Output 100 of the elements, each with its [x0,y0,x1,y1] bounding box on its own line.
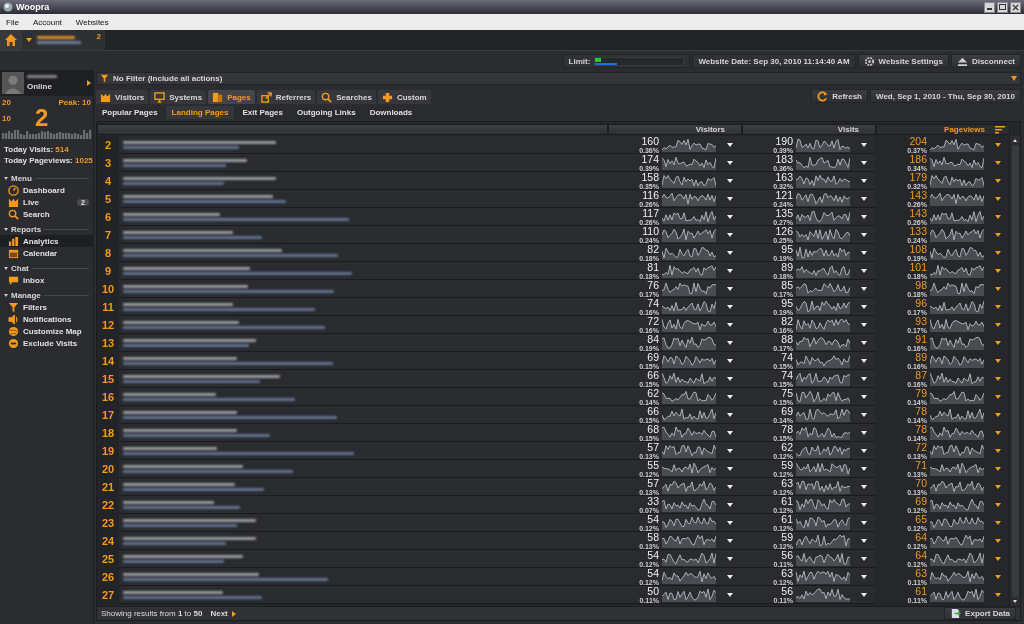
metric-value: 143 [909,208,927,219]
sidebar-item[interactable]: Search [0,208,93,220]
dropdown-arrow-icon[interactable] [995,574,1001,579]
sparkline-drawing [930,407,984,422]
dropdown-arrow-icon[interactable] [995,304,1001,309]
dropdown-arrow-icon[interactable] [1011,76,1017,81]
dropdown-arrow-icon[interactable] [995,376,1001,381]
dropdown-arrow-icon[interactable] [995,358,1001,363]
sidebar-item[interactable]: Notifications [0,313,93,325]
live-visitor-count: 2 [34,104,49,132]
scrollbar[interactable] [1009,136,1020,606]
column-header[interactable]: Visits [742,124,876,135]
dropdown-arrow-icon[interactable] [995,286,1001,291]
dropdown-arrow-icon[interactable] [995,556,1001,561]
window-title: Woopra [16,2,50,12]
sidebar-item[interactable]: Exclude Visits [0,337,93,349]
tab[interactable]: Pages [208,90,255,104]
blurred-user-name-drawing [27,75,57,78]
metric-value: 135 [775,208,793,219]
tab[interactable]: Custom [377,90,431,104]
tab[interactable]: Searches [317,90,376,104]
collapse-arrow-icon[interactable] [4,267,8,270]
metric-value: 74 [781,370,793,381]
collapse-arrow-icon[interactable] [4,228,8,231]
dropdown-arrow-icon[interactable] [995,160,1001,165]
menu-item[interactable]: File [6,17,19,27]
collapse-arrow-icon[interactable] [4,177,8,180]
metric-value: 69 [915,496,927,507]
sidebar-item[interactable]: Customize Map [0,325,93,337]
dropdown-arrow-icon[interactable] [995,592,1001,597]
rank-number: 7 [97,226,119,244]
sidebar-item[interactable]: Inbox [0,274,93,286]
sparkline-drawing [796,335,850,350]
dropdown-arrow-icon[interactable] [995,142,1001,147]
dropdown-arrow-icon[interactable] [995,268,1001,273]
sub-tab[interactable]: Popular Pages [96,106,164,119]
dropdown-arrow-icon[interactable] [995,322,1001,327]
dropdown-arrow-icon[interactable] [995,484,1001,489]
column-header[interactable]: Visitors [608,124,742,135]
sub-tab[interactable]: Exit Pages [236,106,289,119]
sub-tab[interactable]: Outgoing Links [290,106,362,119]
dropdown-arrow-icon[interactable] [995,448,1001,453]
sidebar-item[interactable]: Calendar [0,247,93,259]
toolbar-button[interactable]: Disconnect [950,54,1021,68]
metric-value: 108 [909,244,927,255]
rank-number: 9 [97,262,119,280]
expand-arrow-icon[interactable] [87,80,91,86]
dropdown-arrow-icon[interactable] [995,502,1001,507]
sidebar-item[interactable]: Analytics [0,235,93,247]
house-icon [4,33,18,47]
dropdown-arrow-icon[interactable] [995,178,1001,183]
sparkline-drawing [662,281,716,296]
dropdown-arrow-icon[interactable] [995,466,1001,471]
collapse-arrow-icon[interactable] [4,294,8,297]
sparkline-drawing [796,515,850,530]
sparkline-drawing [930,461,984,476]
column-header[interactable]: Pageviews [876,124,1010,135]
dropdown-arrow-icon[interactable] [995,412,1001,417]
export-data-button[interactable]: Export Data [944,607,1016,620]
metric-value: 59 [781,532,793,543]
toolbar-button[interactable]: Website Settings [857,54,949,68]
dropdown-arrow-icon[interactable] [995,430,1001,435]
dropdown-arrow-icon[interactable] [995,520,1001,525]
website-tab[interactable]: 2 [22,30,105,50]
filter-bar[interactable]: No Filter (Include all actions) [96,72,1021,85]
sparkline-drawing [796,497,850,512]
maximize-button[interactable] [997,1,1008,13]
close-button[interactable] [1010,1,1021,13]
sidebar-item[interactable]: Filters [0,301,93,313]
date-range-button[interactable]: Wed, Sep 1, 2010 - Thu, Sep 30, 2010 [869,89,1021,103]
dropdown-arrow-icon[interactable] [995,214,1001,219]
metric-value: 69 [647,352,659,363]
sub-tab[interactable]: Landing Pages [165,106,235,119]
metric-value: 179 [909,172,927,183]
visitors-icon [100,91,111,103]
menu-item[interactable]: Websites [75,17,109,27]
dropdown-arrow-icon[interactable] [995,196,1001,201]
sort-icon[interactable] [995,125,1005,134]
next-link[interactable]: Next [210,609,236,618]
dropdown-arrow-icon[interactable] [995,232,1001,237]
sparkline-drawing [930,137,984,152]
metric-value: 81 [647,262,659,273]
menu-item[interactable]: Account [32,17,62,27]
metric-value: 65 [915,514,927,525]
settings-icon [863,55,875,67]
sub-tab[interactable]: Downloads [363,106,419,119]
sparkline-drawing [930,515,984,530]
dropdown-arrow-icon[interactable] [995,250,1001,255]
referrers-icon [260,91,272,103]
dropdown-arrow-icon[interactable] [995,538,1001,543]
dropdown-arrow-icon[interactable] [995,340,1001,345]
tab[interactable]: Visitors [96,90,149,104]
dropdown-arrow-icon[interactable] [995,394,1001,399]
tab[interactable]: Referrers [256,90,316,104]
home-button[interactable] [0,30,22,50]
refresh-button[interactable]: Refresh [811,89,868,103]
sparkline-drawing [796,281,850,296]
tab[interactable]: Systems [150,90,207,104]
sidebar-item[interactable]: Dashboard [0,184,93,196]
minimize-button[interactable] [984,1,995,13]
